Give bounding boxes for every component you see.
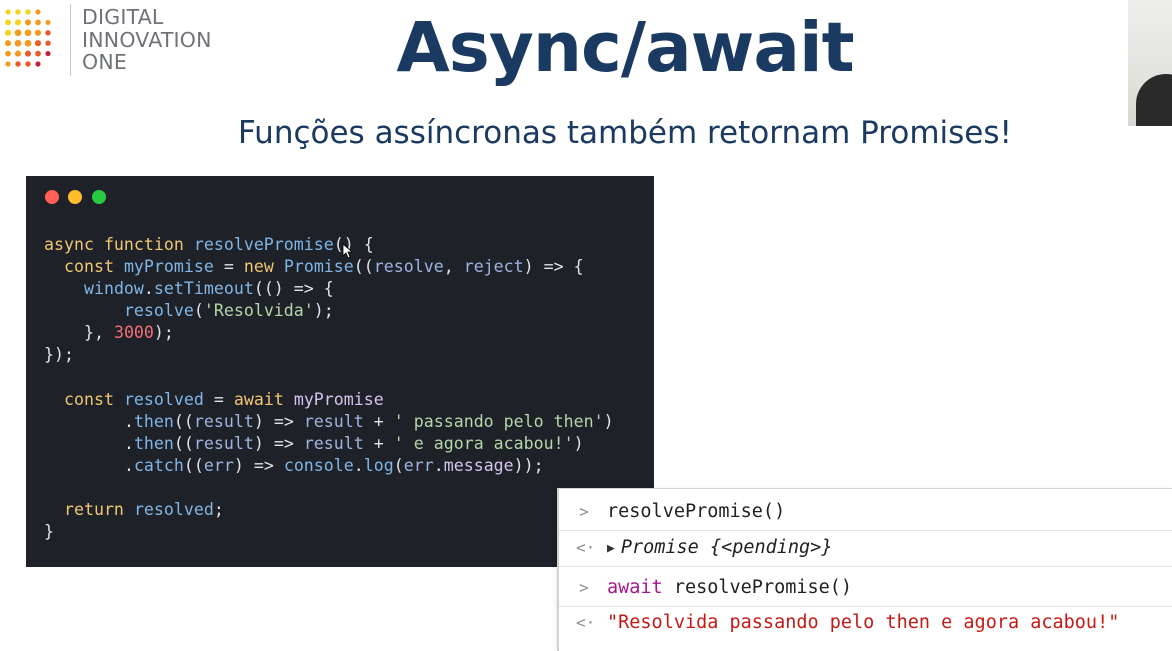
- slide-subtitle: Funções assíncronas também retornam Prom…: [238, 115, 1012, 151]
- code-line: async function resolvePromise() {: [44, 235, 374, 254]
- code-line: const resolved = await myPromise: [63, 389, 384, 409]
- console-output-string: "Resolvida passando pelo then e agora ac…: [607, 612, 1120, 633]
- console-input-call: resolvePromise(): [662, 577, 853, 598]
- console-output-row[interactable]: <· "Resolvida passando pelo then e agora…: [559, 605, 1172, 641]
- console-input-text[interactable]: resolvePromise(): [607, 494, 785, 530]
- minimize-window-dot: [68, 190, 82, 204]
- slide-title: Async/await: [396, 8, 854, 88]
- expand-triangle-icon[interactable]: ▶: [607, 531, 615, 567]
- code-line: .catch((err) => console.log(err.message)…: [123, 455, 544, 475]
- code-line: const myPromise = new Promise((resolve, …: [63, 257, 584, 277]
- code-block: async function resolvePromise() { const …: [44, 234, 614, 543]
- console-input-row[interactable]: > await resolvePromise(): [559, 570, 1172, 607]
- close-window-dot: [45, 190, 59, 204]
- console-output-row[interactable]: <· ▶ Promise {<pending>}: [559, 530, 1172, 567]
- code-line: .then((result) => result + ' e agora aca…: [123, 433, 584, 453]
- code-line: resolve('Resolvida');: [123, 301, 334, 321]
- promise-object-toggle[interactable]: ▶ Promise {<pending>}: [607, 530, 832, 567]
- maximize-window-dot: [92, 190, 106, 204]
- code-line: }, 3000);: [83, 323, 174, 343]
- promise-label: Promise: [620, 537, 699, 558]
- input-prompt-icon: >: [579, 578, 589, 597]
- output-return-icon: <·: [576, 538, 596, 557]
- mouse-pointer-icon: [342, 243, 352, 259]
- code-line: .then((result) => result + ' passando pe…: [123, 411, 614, 431]
- webcam-video: [1128, 0, 1172, 126]
- devtools-console[interactable]: > resolvePromise() <· ▶ Promise {<pending…: [557, 488, 1172, 651]
- code-line: }: [44, 522, 54, 542]
- output-return-icon: <·: [576, 613, 596, 632]
- code-line: window.setTimeout(() => {: [83, 279, 334, 299]
- code-line: return resolved;: [63, 500, 224, 520]
- console-input-row[interactable]: > resolvePromise(): [559, 494, 1172, 531]
- code-line: });: [44, 345, 74, 365]
- console-input-text-await[interactable]: await resolvePromise(): [607, 570, 852, 606]
- promise-state: {<pending>}: [709, 537, 833, 558]
- presenter-silhouette: [1136, 74, 1172, 126]
- input-prompt-icon: >: [579, 502, 589, 521]
- await-keyword: await: [607, 577, 663, 598]
